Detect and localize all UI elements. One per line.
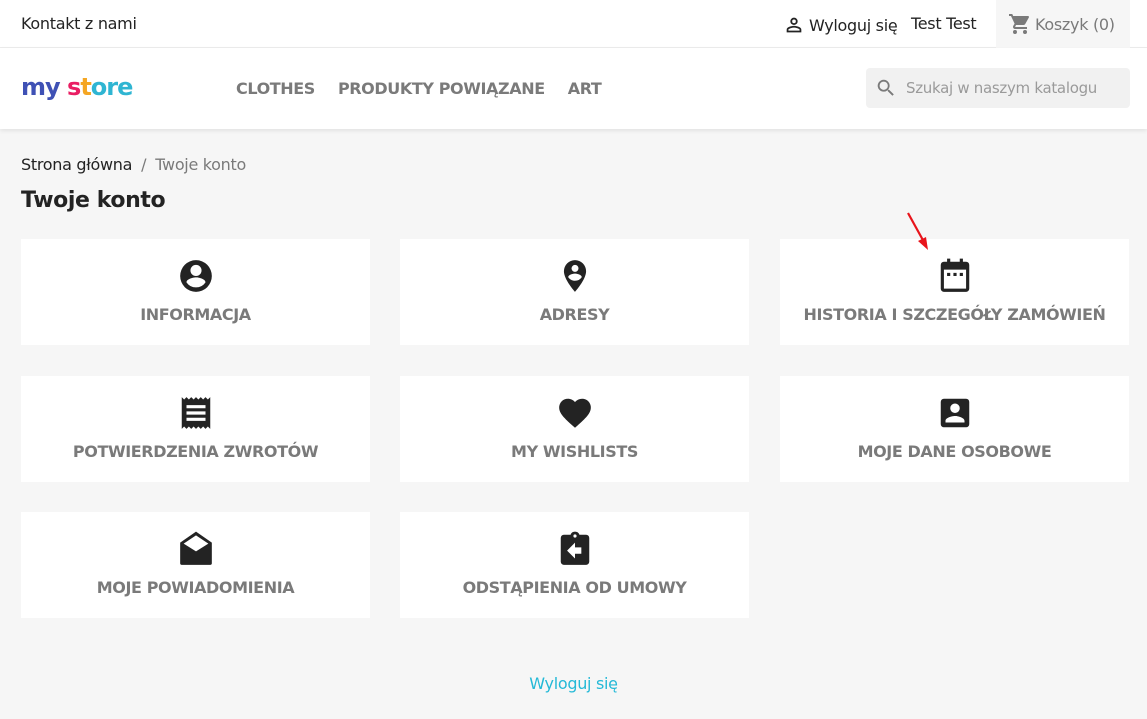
breadcrumb-current: Twoje konto <box>155 155 246 174</box>
tile-contract-withdrawals[interactable]: ODSTĄPIENIA OD UMOWY <box>400 512 749 618</box>
store-logo[interactable]: my store <box>21 73 134 101</box>
tile-return-confirmations[interactable]: POTWIERDZENIA ZWROTÓW <box>21 376 370 482</box>
person-icon <box>786 17 802 33</box>
main-header: my store CLOTHES PRODUKTY POWIĄZANE ART <box>0 48 1147 129</box>
tile-label: MOJE DANE OSOBOWE <box>857 442 1052 461</box>
search-box <box>866 68 1130 108</box>
contact-card-icon <box>936 394 974 432</box>
nav-item-related-products[interactable]: PRODUKTY POWIĄZANE <box>338 79 545 98</box>
tile-personal-data[interactable]: MOJE DANE OSOBOWE <box>780 376 1129 482</box>
nav-item-art[interactable]: ART <box>568 79 602 98</box>
tile-wishlists[interactable]: MY WISHLISTS <box>400 376 749 482</box>
logo-part-1: my <box>21 73 61 101</box>
logo-part-4: ore <box>90 73 134 101</box>
breadcrumb-separator: / <box>141 155 147 174</box>
tile-label: POTWIERDZENIA ZWROTÓW <box>72 442 319 461</box>
tile-label: INFORMACJA <box>140 305 251 324</box>
calendar-icon <box>936 257 974 295</box>
tile-order-history[interactable]: HISTORIA I SZCZEGÓŁY ZAMÓWIEŃ <box>780 239 1129 345</box>
clipboard-return-icon <box>556 530 594 568</box>
search-input[interactable] <box>906 79 1121 97</box>
page-title: Twoje konto <box>21 188 166 213</box>
cart-button[interactable]: Koszyk (0) <box>996 0 1130 48</box>
tile-label: MY WISHLISTS <box>511 442 638 461</box>
breadcrumb-home[interactable]: Strona główna <box>21 155 132 174</box>
main-nav: CLOTHES PRODUKTY POWIĄZANE ART <box>236 79 624 98</box>
search-icon[interactable] <box>875 77 897 99</box>
account-circle-icon <box>177 257 215 295</box>
footer-logout-link[interactable]: Wyloguj się <box>0 674 1147 693</box>
tile-addresses[interactable]: ADRESY <box>400 239 749 345</box>
signout-label: Wyloguj się <box>809 15 898 35</box>
top-bar: Kontakt z nami Wyloguj się Test Test Kos… <box>0 0 1147 48</box>
account-name-link[interactable]: Test Test <box>911 14 977 33</box>
cart-label: Koszyk (0) <box>1035 14 1115 34</box>
tile-label: MOJE POWIADOMIENIA <box>96 578 295 597</box>
tile-notifications[interactable]: MOJE POWIADOMIENIA <box>21 512 370 618</box>
open-envelope-icon <box>177 530 215 568</box>
breadcrumb: Strona główna / Twoje konto <box>21 155 246 174</box>
annotation-arrow-icon <box>907 212 928 250</box>
tile-label: ODSTĄPIENIA OD UMOWY <box>462 578 687 597</box>
tile-label: ADRESY <box>539 305 610 324</box>
tile-information[interactable]: INFORMACJA <box>21 239 370 345</box>
nav-item-clothes[interactable]: CLOTHES <box>236 79 315 98</box>
logo-part-2: s <box>67 73 81 101</box>
contact-link[interactable]: Kontakt z nami <box>21 14 137 33</box>
receipt-icon <box>177 394 215 432</box>
logo-part-3: t <box>80 73 92 101</box>
heart-icon <box>556 394 594 432</box>
shopping-cart-icon <box>1009 14 1029 34</box>
tile-label: HISTORIA I SZCZEGÓŁY ZAMÓWIEŃ <box>803 305 1106 324</box>
location-pin-icon <box>556 257 594 295</box>
signout-link[interactable]: Wyloguj się <box>783 14 898 36</box>
